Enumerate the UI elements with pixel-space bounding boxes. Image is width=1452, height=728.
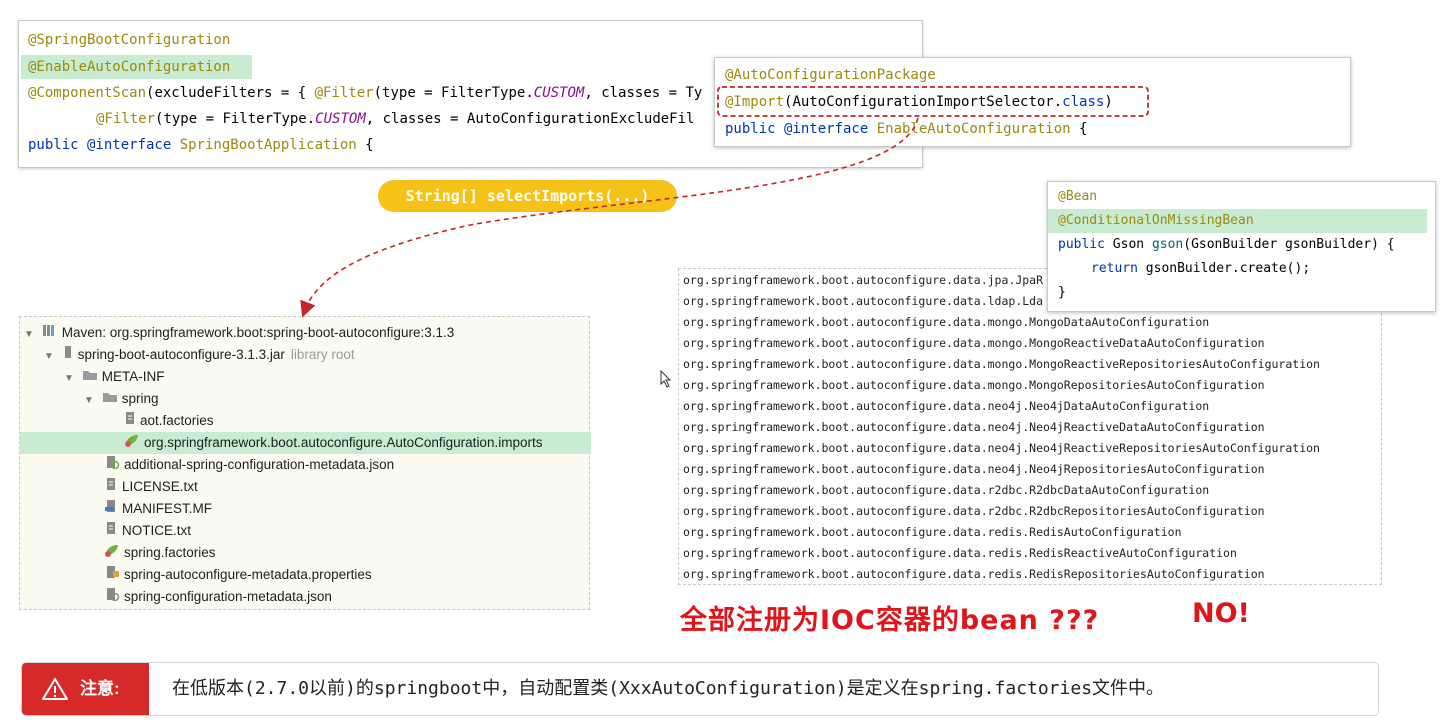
question-annotation: 全部注册为IOC容器的bean ??? — [680, 605, 1100, 636]
code-line: return gsonBuilder.create(); — [1091, 261, 1311, 276]
code-line: @AutoConfigurationPackage — [725, 67, 936, 83]
list-item: org.springframework.boot.autoconfigure.d… — [683, 378, 1265, 392]
list-item: org.springframework.boot.autoconfigure.d… — [683, 504, 1265, 518]
code-line: public @interface SpringBootApplication … — [28, 137, 374, 153]
text-file-icon — [104, 476, 118, 498]
code-line: public Gson gson(GsonBuilder gsonBuilder… — [1058, 237, 1395, 252]
tree-item-manifest[interactable]: MANIFEST.MF — [104, 498, 212, 520]
manifest-file-icon — [104, 498, 118, 520]
properties-file-icon — [104, 564, 120, 586]
spring-leaf-icon — [104, 542, 120, 564]
json-file-icon — [104, 586, 120, 608]
auto-configuration-imports-list: org.springframework.boot.autoconfigure.d… — [678, 268, 1382, 585]
list-item: org.springframework.boot.autoconfigure.d… — [683, 273, 1044, 287]
list-item: org.springframework.boot.autoconfigure.d… — [683, 399, 1210, 413]
select-imports-label: String[] selectImports(...) — [378, 180, 677, 212]
mouse-cursor-icon — [660, 370, 672, 388]
bean-code-panel: @Bean @ConditionalOnMissingBean public G… — [1047, 181, 1436, 312]
spring-leaf-icon — [124, 432, 140, 454]
library-icon — [42, 322, 58, 344]
text-file-icon — [104, 520, 118, 542]
list-item: org.springframework.boot.autoconfigure.d… — [683, 315, 1210, 329]
tree-item-license[interactable]: LICENSE.txt — [104, 476, 198, 498]
conditional-on-missing-bean-annotation: @ConditionalOnMissingBean — [1048, 209, 1427, 233]
folder-icon — [102, 388, 118, 410]
tree-item-notice[interactable]: NOTICE.txt — [104, 520, 191, 542]
jar-icon — [62, 344, 74, 366]
project-tree-panel: ▼ Maven: org.springframework.boot:spring… — [19, 316, 591, 610]
code-line: @Filter(type = FilterType.CUSTOM, classe… — [96, 111, 695, 127]
code-line: @SpringBootConfiguration — [28, 32, 231, 48]
tree-item-configuration-metadata[interactable]: spring-configuration-metadata.json — [104, 586, 332, 608]
chevron-down-icon: ▼ — [44, 351, 54, 362]
chevron-down-icon: ▼ — [84, 395, 94, 406]
list-item: org.springframework.boot.autoconfigure.d… — [683, 294, 1044, 308]
code-line: public @interface EnableAutoConfiguratio… — [725, 121, 1088, 137]
tree-item-autoconfiguration-imports[interactable]: org.springframework.boot.autoconfigure.A… — [20, 432, 591, 454]
list-item: org.springframework.boot.autoconfigure.d… — [683, 420, 1265, 434]
tree-item-jar[interactable]: ▼ spring-boot-autoconfigure-3.1.3.jar lib… — [44, 344, 355, 366]
list-item: org.springframework.boot.autoconfigure.d… — [683, 483, 1210, 497]
list-item: org.springframework.boot.autoconfigure.d… — [683, 441, 1320, 455]
folder-icon — [82, 366, 98, 388]
list-item: org.springframework.boot.autoconfigure.d… — [683, 525, 1182, 539]
no-annotation: NO! — [1192, 598, 1250, 629]
list-item: org.springframework.boot.autoconfigure.d… — [683, 462, 1265, 476]
note-label: 注意: — [80, 679, 120, 698]
enableautoconfiguration-code-panel: @AutoConfigurationPackage @Import(AutoCo… — [714, 57, 1351, 147]
import-annotation-line: @Import(AutoConfigurationImportSelector.… — [725, 94, 1113, 110]
note-text: 在低版本(2.7.0以前)的springboot中，自动配置类(XxxAutoC… — [172, 678, 1165, 699]
note-badge: 注意: — [22, 663, 149, 715]
list-item: org.springframework.boot.autoconfigure.d… — [683, 567, 1265, 581]
list-item: org.springframework.boot.autoconfigure.d… — [683, 336, 1265, 350]
tree-item-spring-folder[interactable]: ▼ spring — [84, 388, 159, 410]
chevron-down-icon: ▼ — [24, 329, 34, 340]
enable-auto-configuration-annotation: @EnableAutoConfiguration — [21, 55, 253, 79]
code-line: @Bean — [1058, 189, 1098, 204]
json-file-icon — [104, 454, 120, 476]
chevron-down-icon: ▼ — [64, 373, 74, 384]
warning-icon — [42, 678, 68, 700]
tree-item-additional-metadata[interactable]: additional-spring-configuration-metadata… — [104, 454, 394, 476]
note-bar: 注意: 在低版本(2.7.0以前)的springboot中，自动配置类(XxxA… — [21, 662, 1379, 716]
tree-item-metadata-properties[interactable]: spring-autoconfigure-metadata.properties — [104, 564, 372, 586]
tree-item-maven-root[interactable]: ▼ Maven: org.springframework.boot:spring… — [24, 322, 454, 344]
code-line: } — [1058, 285, 1066, 300]
code-line: @ComponentScan(excludeFilters = { @Filte… — [28, 85, 703, 101]
file-icon — [124, 410, 136, 432]
tree-item-meta-inf[interactable]: ▼ META-INF — [64, 366, 165, 388]
tree-item-spring-factories[interactable]: spring.factories — [104, 542, 216, 564]
list-item: org.springframework.boot.autoconfigure.d… — [683, 357, 1320, 371]
tree-item-aot-factories[interactable]: aot.factories — [124, 410, 214, 432]
list-item: org.springframework.boot.autoconfigure.d… — [683, 546, 1237, 560]
